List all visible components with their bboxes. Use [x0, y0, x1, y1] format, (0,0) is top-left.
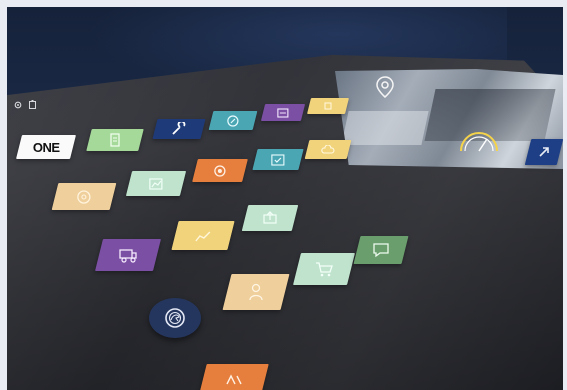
- tile-teal-compass[interactable]: [208, 111, 258, 130]
- corner-tile[interactable]: [524, 139, 563, 165]
- card-icon: [277, 107, 289, 118]
- wrench-icon: [172, 122, 186, 135]
- chart-icon: [149, 177, 163, 190]
- settings-icon: [14, 101, 22, 111]
- upload-icon: [263, 211, 277, 224]
- tile-yellow-cloud[interactable]: [304, 140, 352, 159]
- partial-icon: [226, 374, 242, 385]
- truck-icon: [119, 249, 137, 263]
- screen-photo: ONE: [7, 7, 563, 390]
- speech-bubble-icon: [373, 243, 389, 258]
- tile-yellow-top[interactable]: [307, 98, 349, 114]
- cart-icon: [316, 262, 333, 277]
- tile-purple-card[interactable]: [260, 104, 306, 121]
- tile-yellow-graph[interactable]: [171, 221, 235, 250]
- graph-icon: [195, 231, 211, 241]
- gps-icon: [214, 164, 226, 177]
- brand-badge[interactable]: [149, 298, 201, 338]
- check-icon: [271, 153, 285, 166]
- tile-mint-upload[interactable]: [241, 205, 299, 231]
- blank-icon: [324, 102, 332, 110]
- tile-green-document[interactable]: [86, 129, 144, 151]
- tile-sage-speech[interactable]: [353, 236, 409, 264]
- document-icon: [110, 133, 120, 147]
- cloud-icon: [321, 144, 335, 154]
- gauge-icon: [460, 132, 498, 152]
- arrow-icon: [539, 147, 549, 157]
- compass-icon: [227, 114, 239, 127]
- tile-mint-cart[interactable]: [293, 253, 355, 285]
- griffin-emblem-icon: [165, 308, 185, 328]
- battery-icon: [29, 100, 37, 111]
- tile-peach-circle[interactable]: [51, 183, 117, 210]
- tile-mint-chart[interactable]: [125, 171, 187, 196]
- media-panel-highlight: [341, 111, 429, 145]
- one-app-tile[interactable]: ONE: [16, 135, 76, 159]
- tile-orange-gps[interactable]: [192, 159, 248, 182]
- circle-icon: [77, 189, 91, 204]
- status-bar: [14, 100, 41, 111]
- tile-orange-bottom[interactable]: [199, 364, 269, 390]
- tile-purple-truck[interactable]: [95, 239, 161, 271]
- tile-peach-person[interactable]: [222, 274, 290, 310]
- tile-navy-wrench[interactable]: [152, 119, 206, 139]
- one-label: ONE: [32, 139, 60, 155]
- location-pin-icon: [376, 76, 394, 98]
- person-icon: [249, 283, 263, 301]
- tile-teal-check[interactable]: [252, 149, 304, 170]
